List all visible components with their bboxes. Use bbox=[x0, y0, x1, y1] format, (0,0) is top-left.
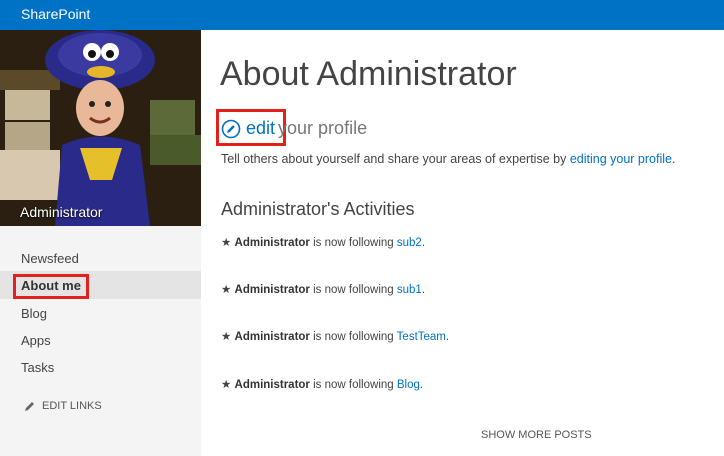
star-icon: ★ bbox=[221, 237, 232, 249]
edit-profile-link[interactable]: edit bbox=[246, 118, 275, 139]
profile-photo[interactable]: Administrator bbox=[0, 30, 201, 226]
activity-end: . bbox=[445, 331, 450, 343]
profile-description-text: Tell others about yourself and share you… bbox=[221, 152, 567, 166]
profile-description: Tell others about yourself and share you… bbox=[221, 152, 675, 166]
suite-bar: SharePoint bbox=[0, 0, 724, 30]
edit-links-button[interactable]: EDIT LINKS bbox=[24, 400, 102, 412]
activity-target-link[interactable]: Blog bbox=[397, 379, 420, 391]
pencil-icon bbox=[25, 402, 34, 411]
edit-profile-text: your profile bbox=[278, 118, 368, 138]
profile-photo-image bbox=[0, 30, 201, 226]
main-content: About Administrator edit your profile Te… bbox=[201, 30, 724, 456]
nav-item-blog[interactable]: Blog bbox=[21, 306, 47, 321]
star-icon: ★ bbox=[221, 331, 232, 343]
profile-description-end: . bbox=[671, 152, 676, 166]
show-more-posts-button[interactable]: SHOW MORE POSTS bbox=[481, 429, 592, 441]
activity-text: is now following bbox=[313, 284, 394, 296]
edit-profile-row: edit your profile bbox=[221, 118, 367, 139]
activity-text: is now following bbox=[313, 379, 394, 391]
star-icon: ★ bbox=[221, 284, 232, 296]
edit-links-label: EDIT LINKS bbox=[42, 400, 102, 412]
nav-item-apps[interactable]: Apps bbox=[21, 333, 51, 348]
activity-text: is now following bbox=[313, 237, 394, 249]
editing-profile-link[interactable]: editing your profile bbox=[570, 152, 672, 166]
activity-text: is now following bbox=[313, 331, 394, 343]
activity-item: ★ Administrator is now following TestTea… bbox=[221, 329, 449, 343]
sharepoint-brand[interactable]: SharePoint bbox=[21, 6, 90, 22]
activity-user[interactable]: Administrator bbox=[235, 379, 310, 391]
star-icon: ★ bbox=[221, 379, 232, 391]
activity-item: ★ Administrator is now following Blog. bbox=[221, 377, 423, 391]
nav-item-newsfeed[interactable]: Newsfeed bbox=[21, 251, 79, 266]
activity-end: . bbox=[419, 379, 424, 391]
profile-photo-name: Administrator bbox=[20, 204, 103, 220]
edit-pencil-circle-icon[interactable] bbox=[221, 119, 241, 139]
activities-heading: Administrator's Activities bbox=[221, 199, 415, 219]
activity-end: . bbox=[421, 237, 426, 249]
activity-item: ★ Administrator is now following sub2. bbox=[221, 235, 425, 249]
activity-target-link[interactable]: sub1 bbox=[397, 284, 422, 296]
activity-user[interactable]: Administrator bbox=[235, 237, 310, 249]
activity-end: . bbox=[421, 284, 426, 296]
activity-item: ★ Administrator is now following sub1. bbox=[221, 282, 425, 296]
activity-target-link[interactable]: sub2 bbox=[397, 237, 422, 249]
nav-item-tasks[interactable]: Tasks bbox=[21, 360, 54, 375]
highlight-box-about-me bbox=[13, 274, 89, 299]
left-navigation: Administrator Newsfeed About me Blog App… bbox=[0, 30, 201, 456]
activity-target-link[interactable]: TestTeam bbox=[397, 331, 446, 343]
page-title: About Administrator bbox=[220, 55, 517, 93]
activity-user[interactable]: Administrator bbox=[235, 284, 310, 296]
activity-user[interactable]: Administrator bbox=[235, 331, 310, 343]
